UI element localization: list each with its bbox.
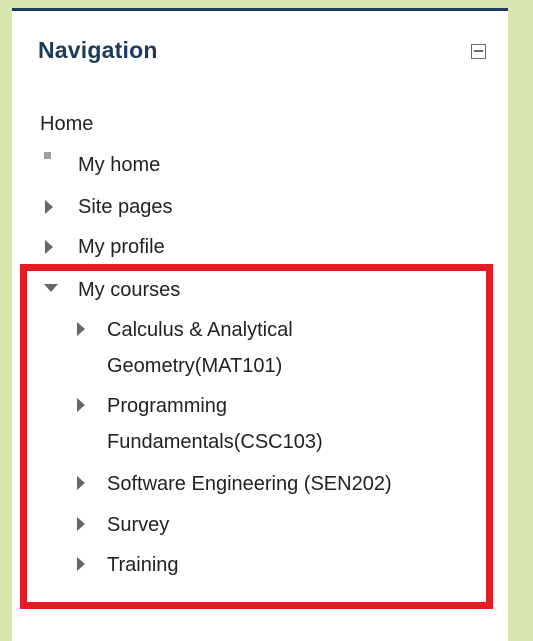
collapse-block-icon[interactable] [471, 44, 486, 59]
triangle-right-icon[interactable] [77, 517, 85, 531]
nav-item-my-courses[interactable]: My courses [78, 272, 180, 308]
triangle-right-icon[interactable] [77, 398, 85, 412]
course-item-training[interactable]: Training [107, 547, 179, 583]
nav-item-site-pages[interactable]: Site pages [78, 189, 173, 225]
nav-item-my-home[interactable]: My home [78, 147, 160, 183]
triangle-down-icon[interactable] [44, 284, 58, 292]
triangle-right-icon[interactable] [77, 476, 85, 490]
nav-item-my-profile[interactable]: My profile [78, 229, 165, 265]
triangle-right-icon[interactable] [77, 557, 85, 571]
triangle-right-icon[interactable] [45, 200, 53, 214]
triangle-right-icon[interactable] [45, 240, 53, 254]
nav-item-home[interactable]: Home [40, 106, 93, 142]
triangle-right-icon[interactable] [77, 322, 85, 336]
course-item-mat101[interactable]: Calculus & Analytical Geometry(MAT101) [107, 312, 407, 384]
square-bullet-icon [44, 152, 51, 159]
course-item-csc103[interactable]: Programming Fundamentals(CSC103) [107, 388, 367, 460]
block-title: Navigation [38, 37, 158, 63]
course-item-survey[interactable]: Survey [107, 507, 169, 543]
course-item-sen202[interactable]: Software Engineering (SEN202) [107, 466, 392, 502]
